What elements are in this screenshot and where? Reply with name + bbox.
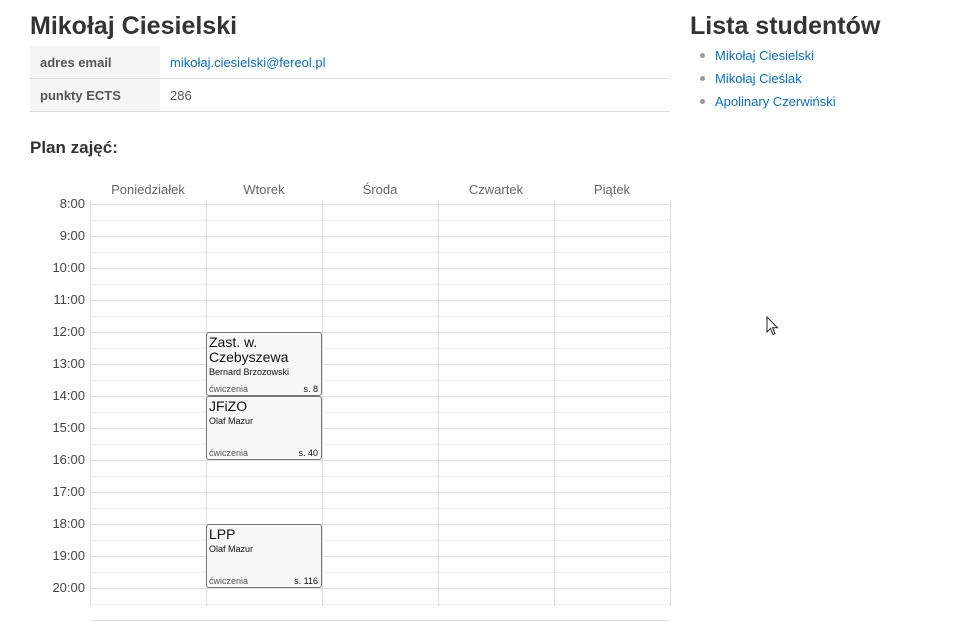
grid-line	[90, 508, 670, 509]
ects-value: 286	[160, 78, 670, 112]
hour-label: 9:00	[59, 228, 85, 243]
grid-line	[90, 220, 670, 221]
event-type: ćwiczenia	[209, 384, 249, 394]
grid-line	[90, 540, 670, 541]
bullet-icon	[700, 99, 705, 104]
email-label: adres email	[30, 46, 160, 79]
hour-label: 12:00	[52, 324, 85, 339]
hour-label: 11:00	[53, 292, 85, 307]
bullet-icon	[700, 53, 705, 58]
event-teacher: Bernard Brzozowski	[209, 367, 290, 377]
hour-label: 15:00	[52, 420, 85, 435]
student-name: Mikołaj Ciesielski	[30, 12, 238, 40]
grid-line	[90, 604, 670, 605]
grid-line	[90, 252, 670, 253]
day-column-divider	[670, 200, 671, 606]
grid-line	[90, 572, 670, 573]
student-link[interactable]: Mikołaj Ciesielski	[715, 48, 814, 63]
grid-line	[90, 380, 670, 381]
student-link[interactable]: Mikołaj Cieślak	[715, 71, 802, 86]
event-teacher: Olaf Mazur	[209, 544, 254, 554]
event-type: ćwiczenia	[209, 448, 249, 458]
student-list-title: Lista studentów	[690, 12, 881, 40]
grid-line	[90, 348, 670, 349]
day-header: Wtorek	[243, 182, 285, 197]
event-title: JFiZO	[209, 398, 248, 414]
class-event[interactable]: Zast. w. Czebyszewa Bernard Brzozowski ćwi…	[206, 332, 322, 396]
event-title-block: JFiZO Olaf Mazur	[209, 399, 319, 428]
hour-label: 8:00	[59, 196, 85, 211]
ects-label: punkty ECTS	[30, 78, 160, 112]
email-link[interactable]: mikołaj.ciesielski@fereol.pl	[170, 55, 326, 70]
event-room: s. 116	[294, 576, 318, 586]
email-value-cell: mikołaj.ciesielski@fereol.pl	[160, 46, 670, 79]
event-title-block: Zast. w. Czebyszewa Bernard Brzozowski	[209, 335, 319, 379]
grid-line	[90, 236, 670, 237]
event-title-block: LPP Olaf Mazur	[209, 527, 319, 556]
grid-line	[90, 300, 670, 301]
class-event[interactable]: JFiZO Olaf Mazur ćwiczenia s. 40	[206, 396, 322, 460]
hour-label: 18:00	[52, 516, 85, 531]
day-header: Czwartek	[468, 182, 524, 197]
day-column-divider	[322, 200, 323, 606]
student-list-item: Mikołaj Ciesielski	[700, 47, 836, 70]
day-column-divider	[554, 200, 555, 606]
hour-label: 19:00	[52, 548, 85, 563]
class-event[interactable]: LPP Olaf Mazur ćwiczenia s. 116	[206, 524, 322, 588]
event-type: ćwiczenia	[209, 576, 249, 586]
hour-label: 16:00	[52, 452, 85, 467]
student-list-item: Mikołaj Cieślak	[700, 70, 836, 93]
day-header: Piątek	[593, 182, 631, 197]
grid-line	[90, 412, 670, 413]
grid-line	[90, 444, 670, 445]
grid-line	[90, 492, 670, 493]
grid-line	[90, 460, 670, 461]
hour-label: 13:00	[52, 356, 85, 371]
grid-line	[90, 588, 670, 589]
plan-title: Plan zajęć:	[30, 138, 118, 157]
grid-line	[90, 556, 670, 557]
hour-label: 10:00	[52, 260, 85, 275]
mouse-cursor-icon	[766, 316, 779, 336]
day-header: Środa	[362, 182, 398, 197]
grid-line	[90, 204, 670, 205]
event-room: s. 40	[298, 448, 318, 458]
event-teacher: Olaf Mazur	[209, 416, 254, 426]
hour-label: 14:00	[52, 388, 85, 403]
student-link[interactable]: Apolinary Czerwiński	[715, 94, 836, 109]
day-header: Poniedziałek	[111, 182, 185, 197]
student-list: Mikołaj Ciesielski Mikołaj Cieślak Apolina…	[700, 47, 836, 116]
event-room: s. 8	[303, 384, 318, 394]
info-row-email: adres email mikołaj.ciesielski@fereol.pl	[30, 46, 670, 79]
grid-line	[90, 268, 670, 269]
schedule-calendar: Poniedziałek Wtorek Środa Czwartek Piątek 8:0…	[0, 180, 680, 621]
student-info-table: adres email mikołaj.ciesielski@fereol.pl…	[30, 46, 670, 112]
hour-label: 17:00	[52, 484, 85, 499]
event-title: LPP	[209, 526, 236, 542]
info-row-ects: punkty ECTS 286	[30, 78, 670, 112]
grid-line	[90, 364, 670, 365]
day-column-divider	[438, 200, 439, 606]
grid-line	[90, 284, 670, 285]
grid-line	[90, 476, 670, 477]
grid-line	[90, 524, 670, 525]
grid-line	[90, 428, 670, 429]
student-list-item: Apolinary Czerwiński	[700, 93, 836, 116]
day-column-divider	[90, 200, 91, 606]
grid-line	[90, 316, 670, 317]
event-title: Zast. w. Czebyszewa	[209, 334, 289, 365]
grid-line	[90, 396, 670, 397]
hour-label: 20:00	[52, 580, 85, 595]
bullet-icon	[700, 76, 705, 81]
grid-line	[90, 332, 670, 333]
